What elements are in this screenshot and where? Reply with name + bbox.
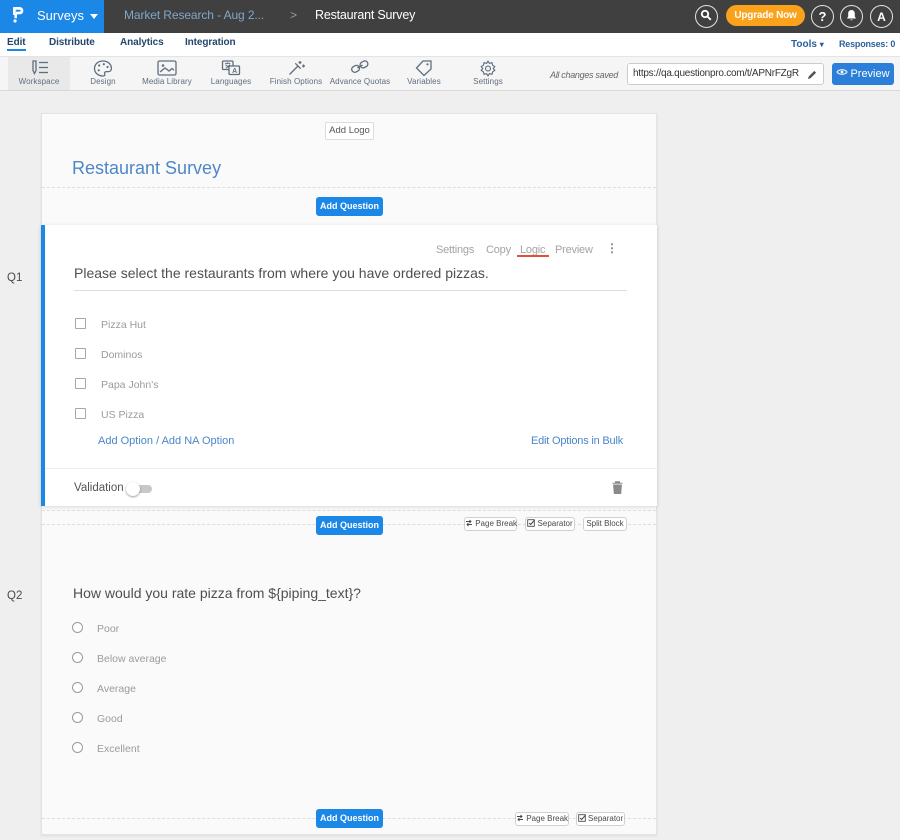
svg-text:A: A bbox=[232, 68, 237, 75]
